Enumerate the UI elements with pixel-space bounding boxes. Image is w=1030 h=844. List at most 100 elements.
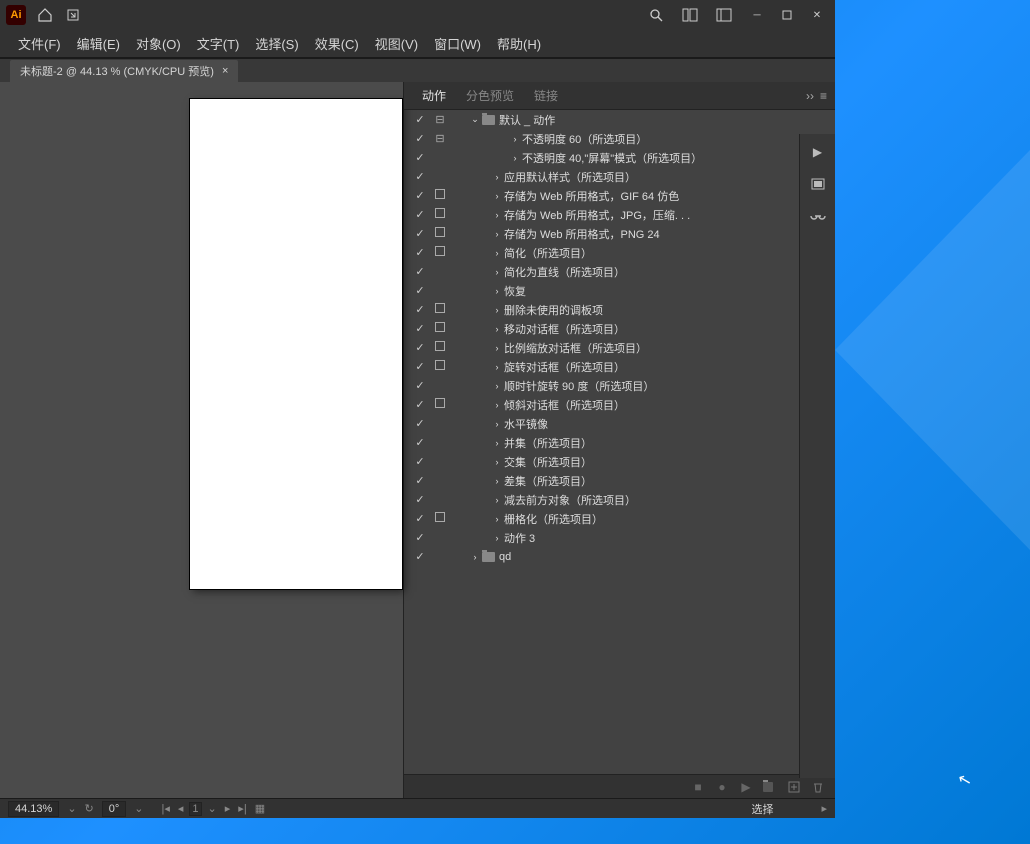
link-icon[interactable] bbox=[808, 206, 828, 226]
action-toggle-check-icon[interactable]: ✓ bbox=[410, 151, 430, 164]
workspace-switcher-icon[interactable] bbox=[679, 4, 701, 26]
action-row[interactable]: ✓›不透明度 40,"屏幕"模式（所选项目） bbox=[404, 148, 835, 167]
action-row[interactable]: ✓›qd bbox=[404, 547, 835, 566]
document-tab-close-icon[interactable]: × bbox=[222, 65, 228, 77]
menu-window[interactable]: 窗口(W) bbox=[426, 34, 489, 53]
chevron-right-icon[interactable]: › bbox=[492, 533, 502, 543]
chevron-right-icon[interactable]: › bbox=[510, 153, 520, 163]
arrange-docs-icon[interactable] bbox=[713, 4, 735, 26]
angle-field[interactable]: 0° bbox=[102, 801, 127, 817]
panel-tab-separation-preview[interactable]: 分色预览 bbox=[456, 87, 524, 104]
action-toggle-check-icon[interactable]: ✓ bbox=[410, 322, 430, 335]
action-toggle-check-icon[interactable]: ✓ bbox=[410, 303, 430, 316]
menu-select[interactable]: 选择(S) bbox=[247, 34, 306, 53]
action-toggle-check-icon[interactable]: ✓ bbox=[410, 360, 430, 373]
action-row[interactable]: ✓›简化（所选项目） bbox=[404, 243, 835, 262]
action-toggle-check-icon[interactable]: ✓ bbox=[410, 227, 430, 240]
panel-collapse-icon[interactable]: ›› bbox=[806, 89, 814, 103]
chevron-right-icon[interactable]: › bbox=[470, 552, 480, 562]
action-toggle-check-icon[interactable]: ✓ bbox=[410, 341, 430, 354]
action-dialog-toggle-icon[interactable] bbox=[430, 208, 450, 221]
action-row[interactable]: ✓›简化为直线（所选项目） bbox=[404, 262, 835, 281]
chevron-right-icon[interactable]: › bbox=[492, 324, 502, 334]
action-row[interactable]: ✓›水平镜像 bbox=[404, 414, 835, 433]
action-dialog-toggle-icon[interactable] bbox=[430, 512, 450, 525]
action-row[interactable]: ✓›比例缩放对话框（所选项目） bbox=[404, 338, 835, 357]
action-toggle-check-icon[interactable]: ✓ bbox=[410, 550, 430, 563]
zoom-field[interactable]: 44.13% bbox=[8, 801, 59, 817]
action-toggle-check-icon[interactable]: ✓ bbox=[410, 493, 430, 506]
action-row[interactable]: ✓›交集（所选项目） bbox=[404, 452, 835, 471]
prev-artboard-icon[interactable]: ◂ bbox=[176, 802, 186, 816]
chevron-right-icon[interactable]: › bbox=[492, 343, 502, 353]
action-row[interactable]: ✓›栅格化（所选项目） bbox=[404, 509, 835, 528]
chevron-right-icon[interactable]: › bbox=[510, 134, 520, 144]
action-toggle-check-icon[interactable]: ✓ bbox=[410, 113, 430, 126]
artboard-number-field[interactable]: 1 bbox=[189, 802, 201, 816]
statusbar-menu-icon[interactable]: ▸ bbox=[821, 802, 827, 815]
action-toggle-check-icon[interactable]: ✓ bbox=[410, 398, 430, 411]
action-dialog-toggle-icon[interactable] bbox=[430, 246, 450, 259]
document-tab[interactable]: 未标题-2 @ 44.13 % (CMYK/CPU 预览) × bbox=[10, 60, 238, 82]
action-dialog-toggle-icon[interactable] bbox=[430, 398, 450, 411]
share-icon[interactable] bbox=[62, 4, 84, 26]
action-dialog-toggle-icon[interactable] bbox=[430, 322, 450, 335]
menu-file[interactable]: 文件(F) bbox=[10, 34, 69, 53]
chevron-down-icon[interactable]: ⌄ bbox=[470, 114, 480, 125]
action-toggle-check-icon[interactable]: ✓ bbox=[410, 170, 430, 183]
menu-view[interactable]: 视图(V) bbox=[367, 34, 426, 53]
home-icon[interactable] bbox=[34, 4, 56, 26]
artboard-dropdown-icon[interactable]: ⌄ bbox=[206, 802, 219, 816]
chevron-right-icon[interactable]: › bbox=[492, 191, 502, 201]
chevron-right-icon[interactable]: › bbox=[492, 457, 502, 467]
chevron-right-icon[interactable]: › bbox=[492, 286, 502, 296]
play-icon[interactable]: ▶ bbox=[739, 780, 753, 794]
action-dialog-toggle-icon[interactable]: ⊟ bbox=[430, 113, 450, 126]
canvas-area[interactable] bbox=[0, 82, 403, 798]
action-toggle-check-icon[interactable]: ✓ bbox=[410, 132, 430, 145]
action-toggle-check-icon[interactable]: ✓ bbox=[410, 208, 430, 221]
chevron-right-icon[interactable]: › bbox=[492, 381, 502, 391]
chevron-right-icon[interactable]: › bbox=[492, 229, 502, 239]
menu-object[interactable]: 对象(O) bbox=[128, 34, 189, 53]
action-toggle-check-icon[interactable]: ✓ bbox=[410, 455, 430, 468]
next-artboard-icon[interactable]: ▸ bbox=[223, 802, 233, 816]
action-dialog-toggle-icon[interactable] bbox=[430, 360, 450, 373]
action-dialog-toggle-icon[interactable] bbox=[430, 227, 450, 240]
chevron-right-icon[interactable]: › bbox=[492, 476, 502, 486]
action-row[interactable]: ✓›旋转对话框（所选项目） bbox=[404, 357, 835, 376]
properties-play-icon[interactable]: ▶ bbox=[808, 142, 828, 162]
chevron-right-icon[interactable]: › bbox=[492, 305, 502, 315]
chevron-right-icon[interactable]: › bbox=[492, 400, 502, 410]
action-toggle-check-icon[interactable]: ✓ bbox=[410, 474, 430, 487]
panel-menu-icon[interactable]: ≡ bbox=[820, 89, 827, 103]
chevron-right-icon[interactable]: › bbox=[492, 210, 502, 220]
minimize-button[interactable]: ─ bbox=[745, 6, 769, 24]
angle-dropdown-icon[interactable]: ⌄ bbox=[134, 802, 143, 815]
zoom-dropdown-icon[interactable]: ⌄ bbox=[67, 802, 76, 815]
action-dialog-toggle-icon[interactable] bbox=[430, 341, 450, 354]
action-toggle-check-icon[interactable]: ✓ bbox=[410, 512, 430, 525]
new-action-icon[interactable] bbox=[787, 780, 801, 794]
chevron-right-icon[interactable]: › bbox=[492, 172, 502, 182]
chevron-right-icon[interactable]: › bbox=[492, 438, 502, 448]
action-row[interactable]: ✓⊟⌄默认 _ 动作 bbox=[404, 110, 835, 129]
action-toggle-check-icon[interactable]: ✓ bbox=[410, 379, 430, 392]
action-row[interactable]: ✓›存储为 Web 所用格式，JPG，压缩. . . bbox=[404, 205, 835, 224]
action-row[interactable]: ✓›减去前方对象（所选项目） bbox=[404, 490, 835, 509]
maximize-button[interactable] bbox=[775, 6, 799, 24]
action-toggle-check-icon[interactable]: ✓ bbox=[410, 436, 430, 449]
action-row[interactable]: ✓›存储为 Web 所用格式，GIF 64 仿色 bbox=[404, 186, 835, 205]
chevron-right-icon[interactable]: › bbox=[492, 267, 502, 277]
action-toggle-check-icon[interactable]: ✓ bbox=[410, 417, 430, 430]
action-dialog-toggle-icon[interactable] bbox=[430, 189, 450, 202]
menu-edit[interactable]: 编辑(E) bbox=[69, 34, 128, 53]
chevron-right-icon[interactable]: › bbox=[492, 419, 502, 429]
action-row[interactable]: ✓›恢复 bbox=[404, 281, 835, 300]
action-toggle-check-icon[interactable]: ✓ bbox=[410, 265, 430, 278]
chevron-right-icon[interactable]: › bbox=[492, 514, 502, 524]
artboards-icon[interactable] bbox=[808, 174, 828, 194]
last-artboard-icon[interactable]: ▸| bbox=[236, 802, 248, 816]
action-dialog-toggle-icon[interactable]: ⊟ bbox=[430, 132, 450, 145]
delete-icon[interactable] bbox=[811, 780, 825, 794]
